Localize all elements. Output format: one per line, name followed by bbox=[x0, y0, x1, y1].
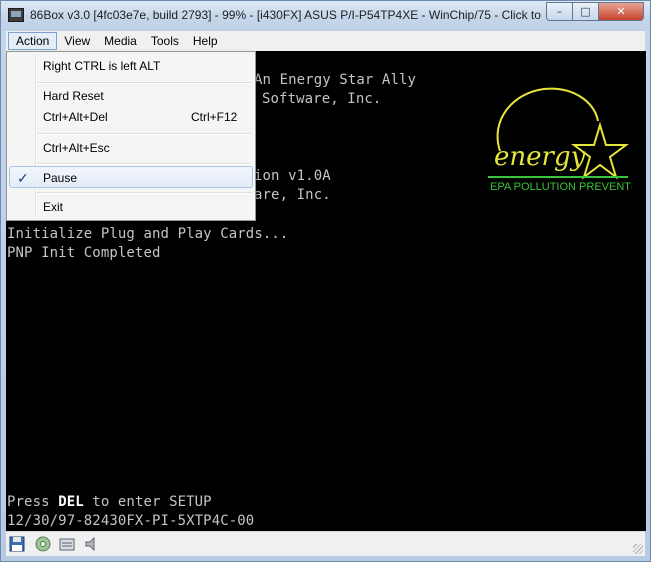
bios-line-version: ion v1.0A bbox=[254, 168, 331, 184]
bios-line-software: Software, Inc. bbox=[262, 91, 382, 107]
menu-item-ctrl-alt-del[interactable]: Ctrl+Alt+Del Ctrl+F12 bbox=[9, 106, 253, 128]
menu-separator bbox=[37, 82, 251, 84]
energy-word: energy bbox=[494, 142, 586, 172]
caption-buttons: – □ ✕ bbox=[546, 2, 644, 22]
menu-item-pause[interactable]: ✓ Pause bbox=[9, 166, 253, 188]
menu-item-hard-reset[interactable]: Hard Reset bbox=[9, 85, 253, 107]
bios-setup-prompt: Press DEL to enter SETUP bbox=[7, 493, 212, 512]
bios-line-energy-star: An Energy Star Ally bbox=[254, 72, 417, 88]
menu-help[interactable]: Help bbox=[186, 32, 225, 50]
bios-line-pnp-completed: PNP Init Completed bbox=[7, 245, 161, 261]
energy-caption: EPA POLLUTION PREVENTER bbox=[490, 181, 632, 193]
window-title: 86Box v3.0 [4fc03e7e, build 2793] - 99% … bbox=[30, 8, 542, 22]
sound-icon[interactable] bbox=[83, 536, 99, 552]
close-button[interactable]: ✕ bbox=[599, 2, 644, 21]
minimize-button[interactable]: – bbox=[546, 2, 573, 21]
menu-item-right-ctrl-alt[interactable]: Right CTRL is left ALT bbox=[9, 55, 253, 77]
maximize-button[interactable]: □ bbox=[573, 2, 599, 21]
bios-line-software-2: are, Inc. bbox=[254, 187, 331, 203]
setup-key: DEL bbox=[58, 494, 84, 510]
menu-view[interactable]: View bbox=[57, 32, 97, 50]
hard-disk-icon[interactable] bbox=[59, 536, 75, 552]
floppy-icon[interactable] bbox=[9, 536, 25, 552]
menu-item-label: Ctrl+Alt+Del bbox=[43, 110, 108, 124]
menu-item-label: Right CTRL is left ALT bbox=[43, 59, 161, 73]
resize-grip[interactable] bbox=[633, 544, 643, 554]
menu-tools[interactable]: Tools bbox=[144, 32, 186, 50]
menu-item-label: Hard Reset bbox=[43, 89, 104, 103]
menu-item-label: Exit bbox=[43, 200, 64, 214]
emulator-window: 86Box v3.0 [4fc03e7e, build 2793] - 99% … bbox=[0, 0, 651, 562]
bios-line-pnp-init: Initialize Plug and Play Cards... bbox=[7, 226, 289, 242]
action-menu-dropdown: Right CTRL is left ALT Hard Reset Ctrl+A… bbox=[6, 51, 256, 221]
app-icon[interactable] bbox=[8, 8, 24, 22]
menu-media[interactable]: Media bbox=[97, 32, 144, 50]
menu-item-shortcut: Ctrl+F12 bbox=[191, 110, 238, 124]
menu-item-exit[interactable]: Exit bbox=[9, 196, 253, 218]
menu-item-label: Pause bbox=[43, 171, 78, 185]
menu-separator bbox=[37, 133, 251, 135]
setup-rest-text: to enter SETUP bbox=[83, 494, 212, 510]
menu-bar: Action View Media Tools Help bbox=[6, 31, 645, 51]
menu-action[interactable]: Action bbox=[8, 32, 58, 50]
bios-id-string: 12/30/97-82430FX-PI-5XTP4C-00 bbox=[7, 513, 255, 529]
cdrom-icon[interactable] bbox=[35, 536, 51, 552]
status-bar bbox=[6, 531, 645, 556]
menu-separator bbox=[37, 163, 251, 165]
menu-separator bbox=[37, 192, 251, 194]
menu-item-ctrl-alt-esc[interactable]: Ctrl+Alt+Esc bbox=[9, 137, 253, 159]
energy-star-logo: energy EPA POLLUTION PREVENTER bbox=[488, 87, 632, 193]
title-bar[interactable]: 86Box v3.0 [4fc03e7e, build 2793] - 99% … bbox=[1, 1, 650, 31]
setup-press-text: Press bbox=[7, 494, 59, 510]
checkmark-icon: ✓ bbox=[17, 170, 29, 186]
menu-item-label: Ctrl+Alt+Esc bbox=[43, 141, 110, 155]
